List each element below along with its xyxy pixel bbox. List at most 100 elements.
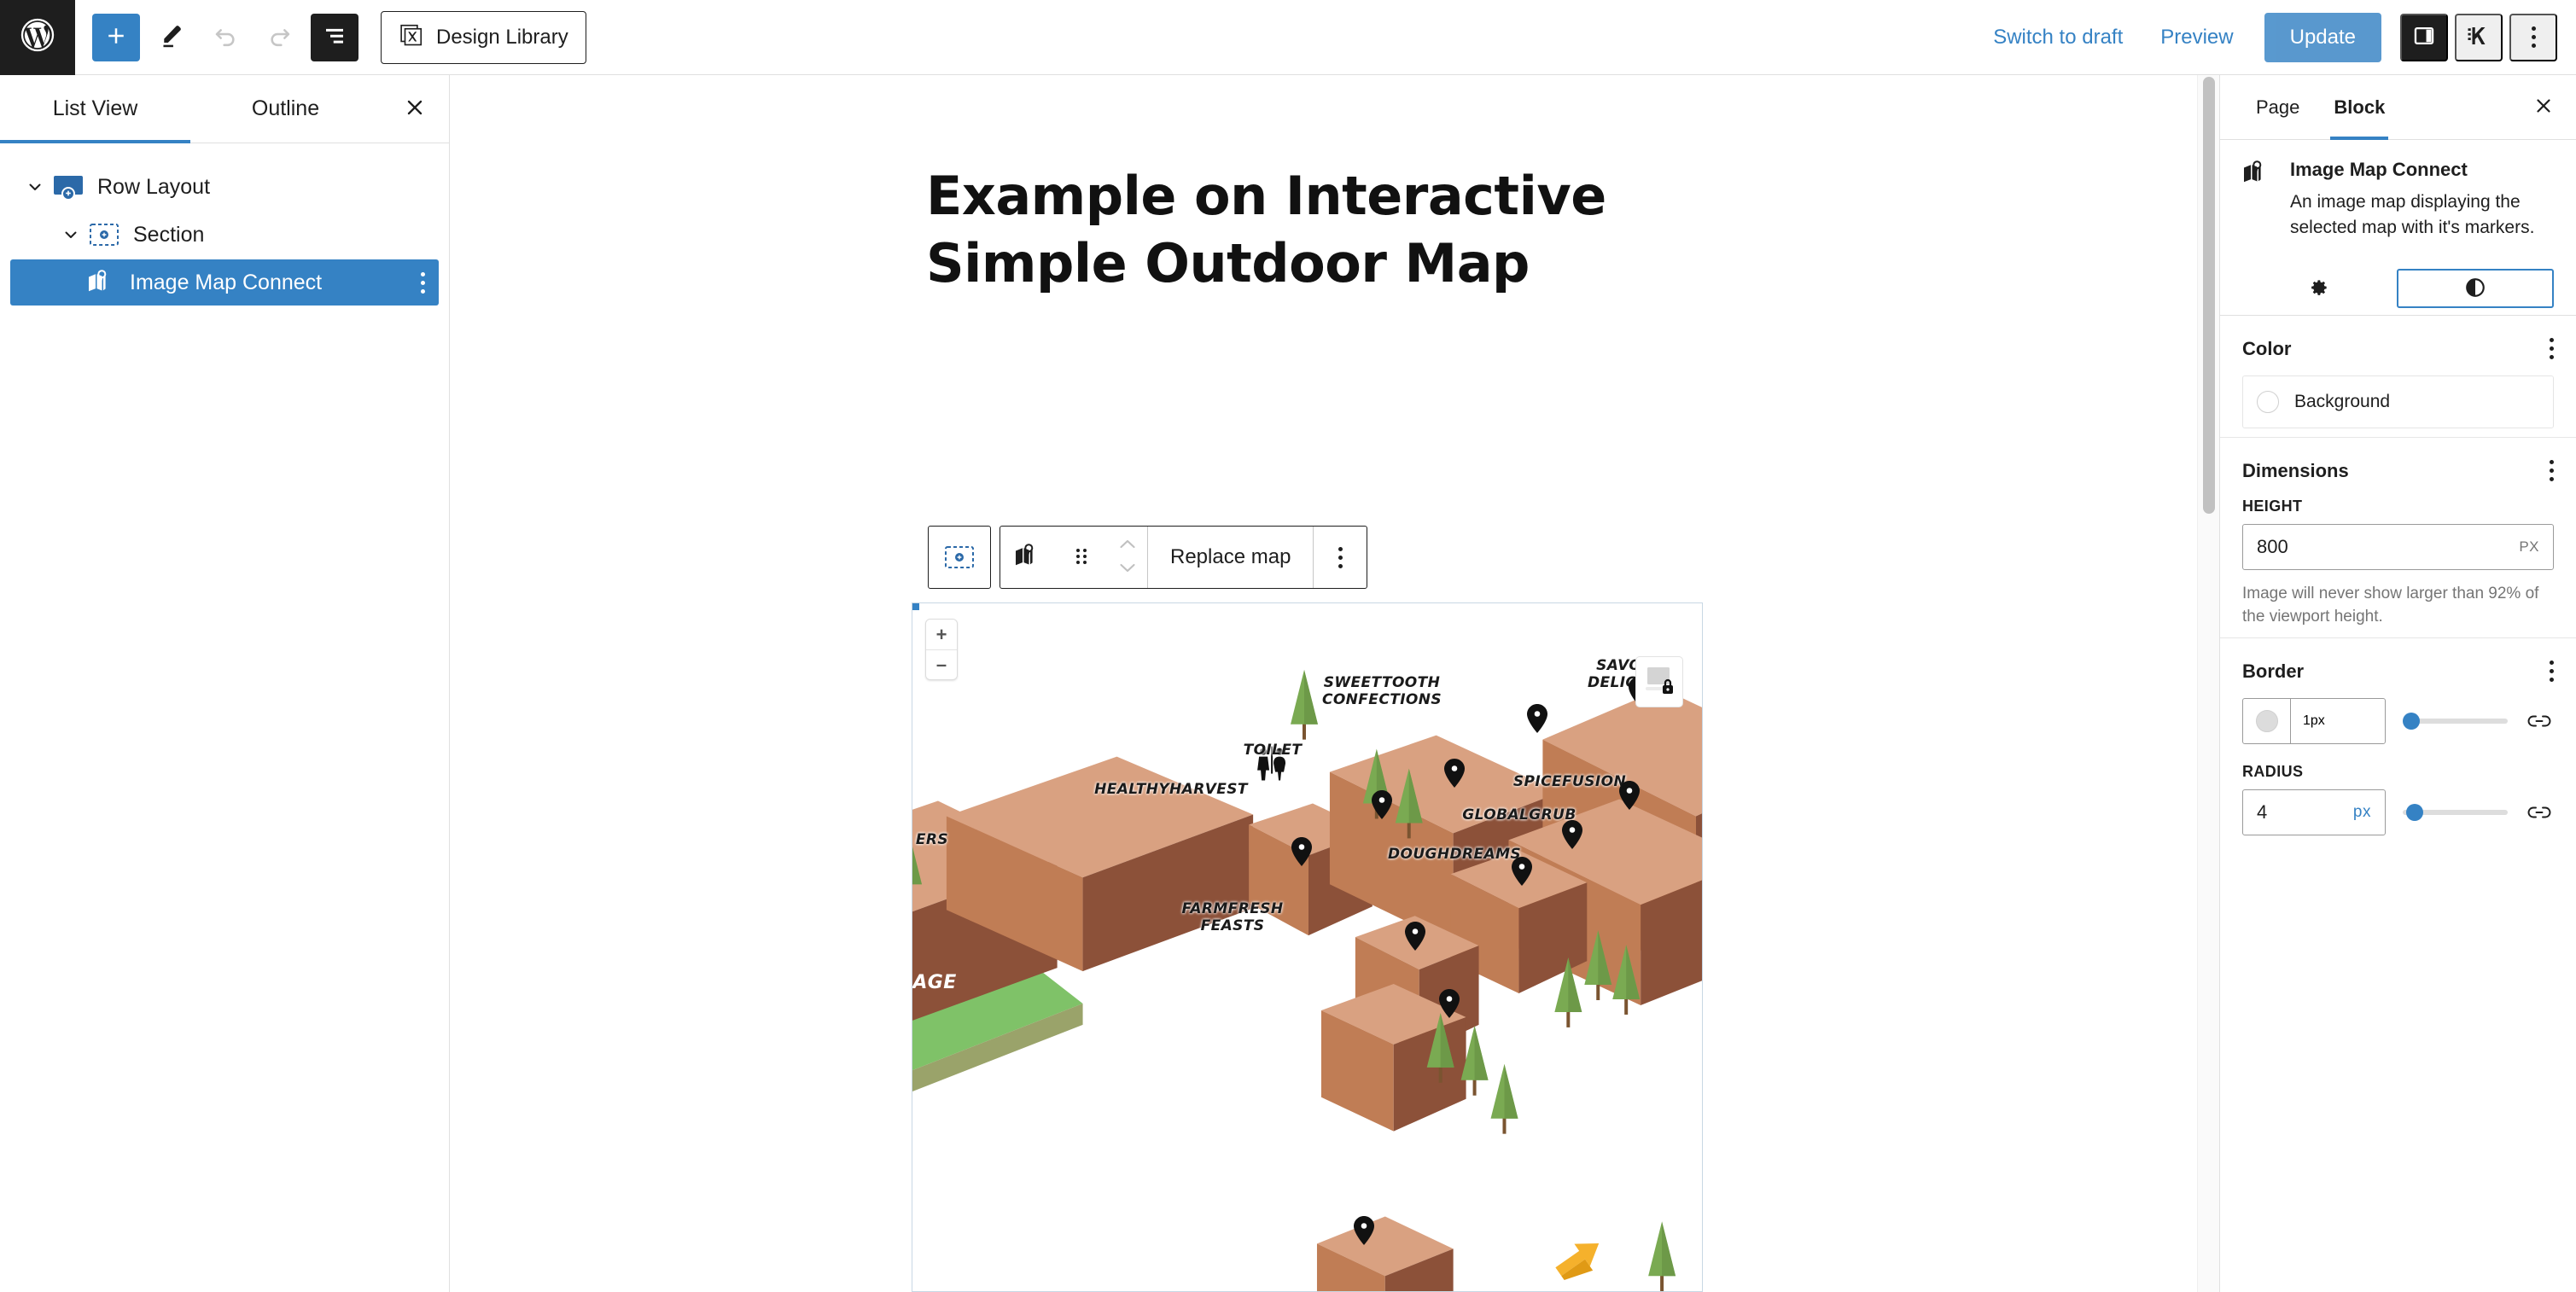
editor-canvas: Example on Interactive Simple Outdoor Ma… [450,75,2219,1292]
close-list-view-button[interactable] [381,75,449,143]
map-zoom-in-button[interactable]: + [926,620,957,649]
add-block-button[interactable] [92,13,140,61]
tools-pencil-button[interactable] [147,14,195,61]
sidebar-panel-icon [2412,24,2436,50]
map-marker-pin[interactable] [1291,837,1313,870]
list-item-row-layout[interactable]: Row Layout [10,164,439,210]
list-item-options-button[interactable] [421,271,425,294]
map-marker-pin[interactable] [1371,790,1393,824]
border-width-input[interactable]: 1 px [2242,697,2386,744]
tab-list-view[interactable]: List View [0,75,190,143]
map-label: TOILET [1243,742,1303,759]
dimensions-section: Dimensions HEIGHT 800 PX Image will neve… [2220,438,2576,638]
kebab-menu-icon [2550,338,2554,360]
close-icon [403,96,427,122]
list-item-image-map-connect[interactable]: Image Map Connect [10,259,439,306]
inspector-block-title: Image Map Connect [2290,159,2468,180]
map-zoom-out-button[interactable]: – [926,649,957,679]
tab-settings[interactable] [2242,269,2397,308]
locked-attribution-icon[interactable] [1635,656,1683,707]
border-section-options-button[interactable] [2550,661,2554,683]
map-marker-pin[interactable] [1404,922,1426,955]
editor-options-button[interactable] [2509,13,2557,61]
border-radius-control: 4 px [2242,789,2554,835]
image-map-icon [2242,159,2275,241]
drag-handle-button[interactable] [1055,527,1108,588]
color-section: Color Background [2220,316,2576,438]
color-section-options-button[interactable] [2550,338,2554,360]
canvas-scrollbar[interactable] [2197,75,2219,1292]
kadence-blocks-button[interactable] [2455,13,2503,61]
color-section-title: Color [2242,337,2292,359]
chevron-down-icon[interactable] [55,218,87,251]
block-inspector-panel: Page Block Image Map Connect An image ma… [2219,75,2576,1292]
list-item-label: Row Layout [97,174,211,199]
canvas-scrollbar-thumb[interactable] [2203,77,2215,514]
settings-sidebar-toggle-button[interactable] [2400,13,2448,61]
drag-handle-icon [1073,545,1090,570]
map-marker-pin[interactable] [1353,1216,1375,1249]
tab-block[interactable]: Block [2317,75,2402,140]
map-marker-pin[interactable] [1526,704,1548,737]
list-view-toggle-button[interactable] [311,13,358,61]
redo-button[interactable] [256,14,304,61]
update-button[interactable]: Update [2264,12,2381,62]
replace-map-button[interactable]: Replace map [1148,527,1313,588]
design-library-label: Design Library [436,25,568,49]
move-up-button[interactable] [1116,537,1139,555]
map-label: DOUGHDREAMS [1387,846,1522,863]
map-marker-pin[interactable] [1561,820,1583,853]
block-type-button[interactable] [1000,527,1055,588]
map-marker-pin[interactable] [1438,989,1460,1022]
map-marker-pin[interactable] [1511,857,1533,890]
border-radius-value: 4 [2257,800,2268,823]
preview-button[interactable]: Preview [2142,14,2252,61]
page-title[interactable]: Example on Interactive Simple Outdoor Ma… [926,162,1694,298]
list-item-section[interactable]: Section [10,212,439,258]
tab-page[interactable]: Page [2239,75,2317,139]
radius-field-label: RADIUS [2242,762,2304,780]
tab-outline[interactable]: Outline [190,75,381,143]
border-width-slider[interactable] [2403,712,2508,730]
map-label: ERS [915,831,949,848]
move-down-button[interactable] [1116,560,1139,578]
dimensions-section-options-button[interactable] [2550,460,2554,482]
list-view-icon [322,23,347,51]
block-options-button[interactable] [1314,527,1367,588]
kebab-menu-icon [2550,661,2554,683]
border-radius-slider[interactable] [2403,803,2508,821]
list-view-panel: List View Outline Row Layout Section Ima… [0,75,450,1292]
wordpress-logo-button[interactable] [0,0,75,75]
switch-to-draft-button[interactable]: Switch to draft [1974,14,2142,61]
height-input-unit[interactable]: PX [2519,538,2539,556]
height-input[interactable]: 800 PX [2242,523,2554,570]
slider-knob[interactable] [2406,803,2423,821]
border-color-swatch-button[interactable] [2243,698,2291,743]
undo-button[interactable] [201,14,249,61]
border-width-unit[interactable]: px [2311,713,2325,729]
link-sides-icon[interactable] [2525,804,2554,821]
background-color-control[interactable]: Background [2242,375,2554,428]
map-marker-pin[interactable] [1618,781,1641,814]
chevron-down-icon[interactable] [19,171,51,203]
border-radius-input[interactable]: 4 px [2242,789,2386,835]
link-sides-icon[interactable] [2525,713,2554,730]
border-section: Border 1 px RADIUS 4 px [2220,638,2576,863]
inspector-block-card: Image Map Connect An image map displayin… [2220,140,2576,263]
select-parent-block-button[interactable] [928,526,991,589]
plus-icon [103,23,129,51]
inspector-inner-tabs [2220,263,2576,316]
close-inspector-button[interactable] [2511,75,2576,139]
map-marker-pin[interactable] [1443,759,1466,792]
image-map-block[interactable]: + – SAVORY DELIGHTS SWEETTOOTH CONFECTIO… [912,602,1703,1292]
slider-knob[interactable] [2403,712,2420,730]
design-library-button[interactable]: Design Library [381,10,586,64]
border-radius-unit[interactable]: px [2353,803,2371,822]
kebab-menu-icon [421,271,425,294]
map-label: SPICEFUSION [1512,773,1627,790]
kebab-menu-icon [1338,546,1343,568]
isometric-map-illustration [912,603,1702,1291]
map-label: AGE [912,972,957,993]
map-label: HEALTHYHARVEST [1094,781,1248,798]
tab-styles[interactable] [2396,269,2554,309]
